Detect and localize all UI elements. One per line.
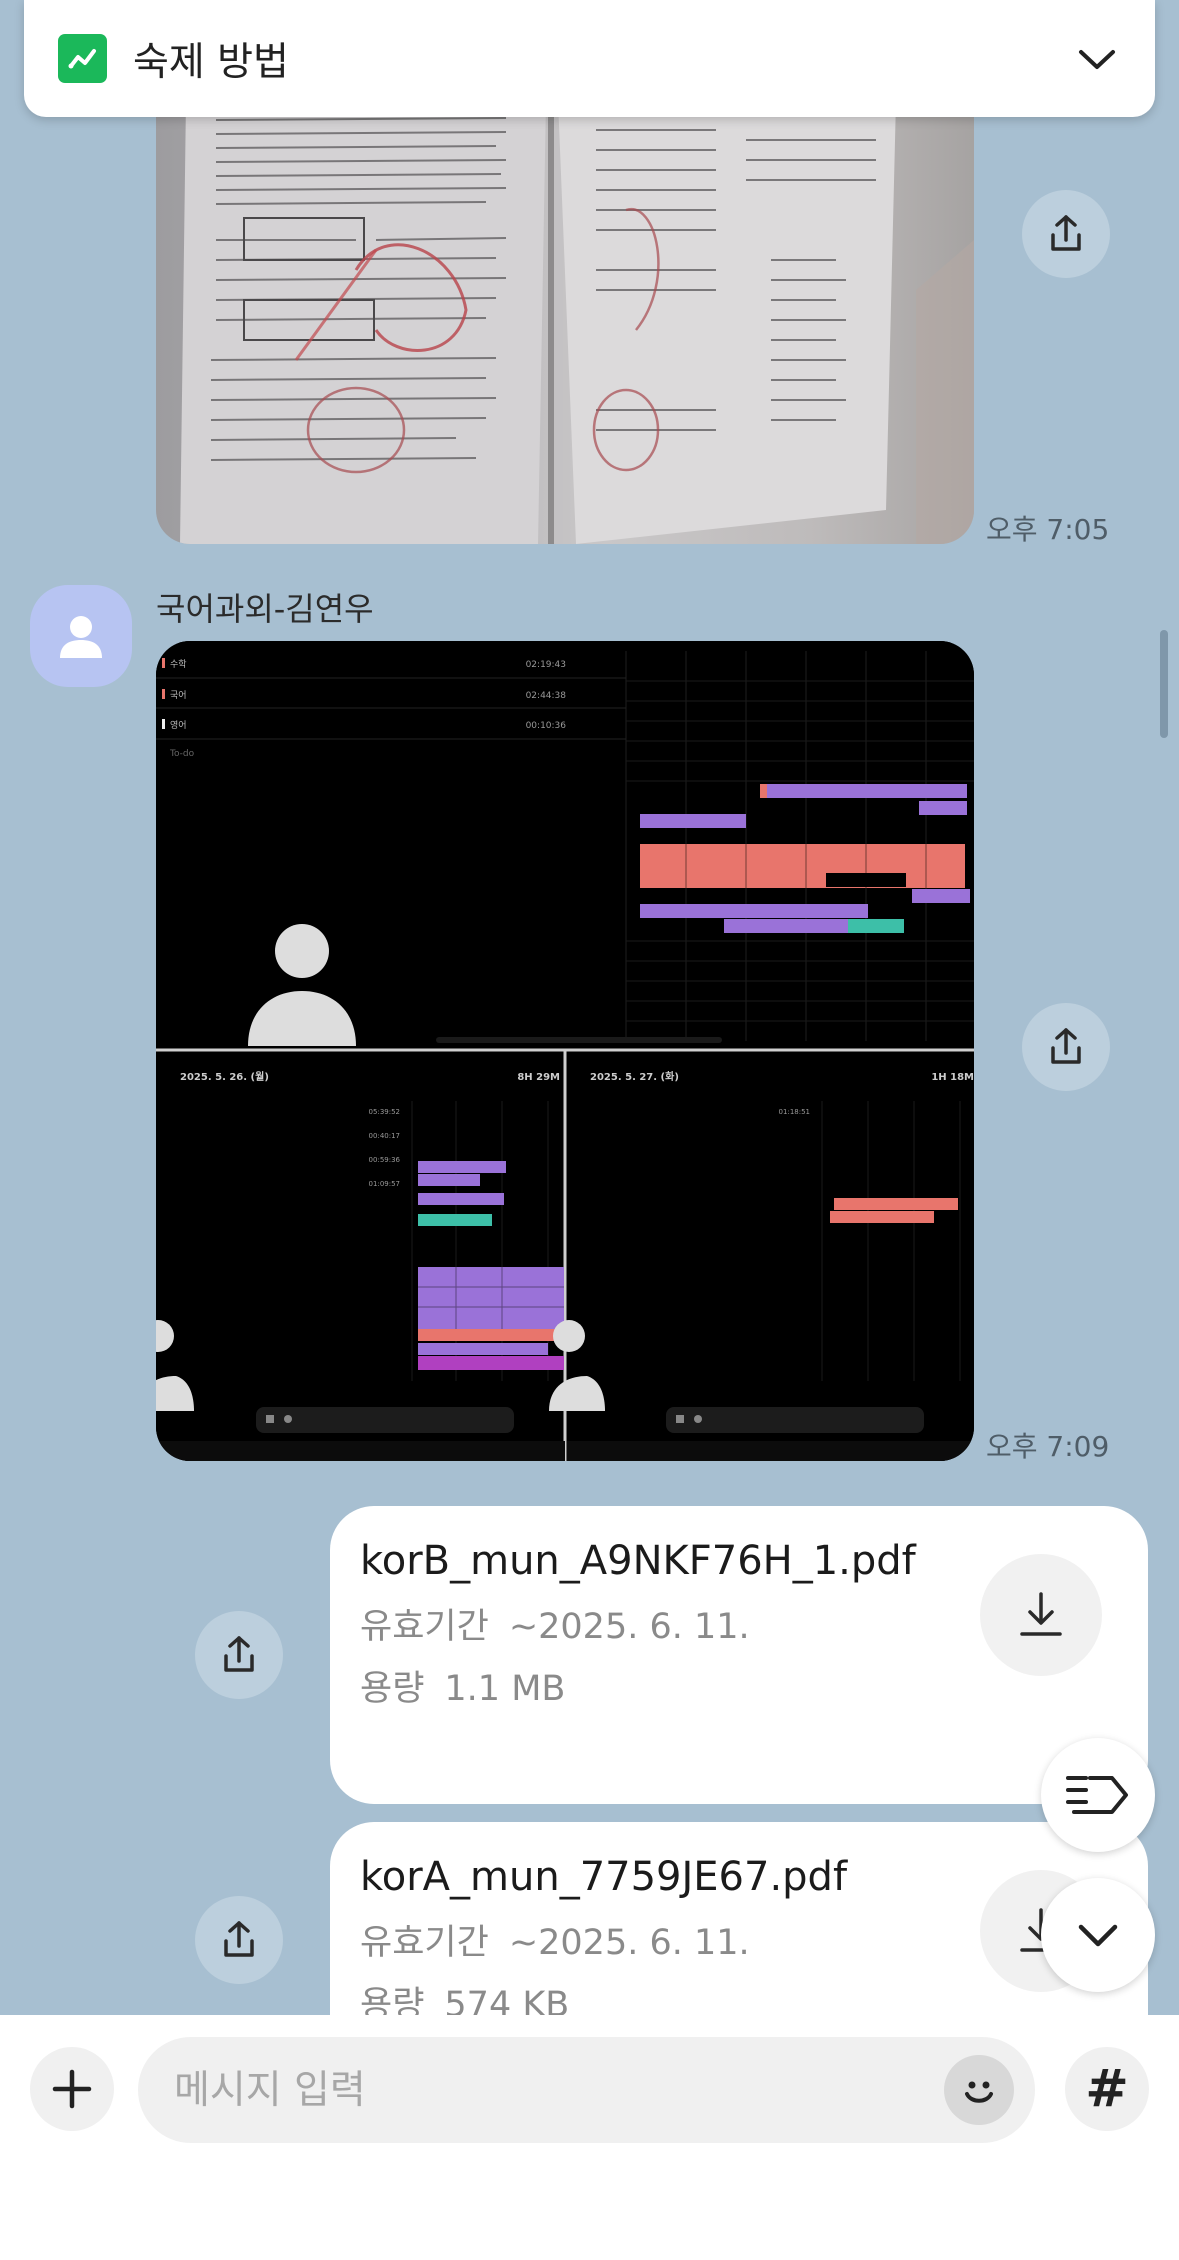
hashtag-button[interactable]: # (1065, 2047, 1149, 2131)
session-time: 05:39:52 (369, 1108, 400, 1116)
share-button[interactable] (1022, 190, 1110, 278)
sender-name: 국어과외-김연우 (156, 590, 374, 628)
share-button[interactable] (195, 1611, 283, 1699)
share-button[interactable] (1022, 1003, 1110, 1091)
todo-label: To-do (169, 749, 195, 759)
person-icon (60, 616, 102, 658)
scrollbar[interactable] (1160, 630, 1168, 738)
chart-icon (58, 34, 107, 83)
file-expiry-value: ~2025. 6. 11. (508, 1607, 750, 1647)
session-time: 00:40:17 (369, 1132, 400, 1140)
scroll-to-bottom-button[interactable] (1041, 1878, 1155, 1992)
chevron-down-icon[interactable] (1075, 37, 1119, 81)
share-icon (1051, 1028, 1081, 1064)
share-icon (224, 1921, 254, 1957)
tag-icon (1066, 1776, 1128, 1814)
download-icon (1020, 1592, 1062, 1636)
smile-icon (965, 2081, 993, 2103)
subject-row-time: 00:10:36 (526, 721, 567, 731)
day-date-label: 2025. 5. 27. (화) (590, 1071, 679, 1083)
share-button[interactable] (195, 1896, 283, 1984)
share-icon (1051, 215, 1081, 251)
chevron-down-icon (1078, 1924, 1118, 1947)
file-size: 용량 1.1 MB (360, 1666, 1118, 1712)
subject-row-time: 02:44:38 (526, 691, 567, 701)
day-date-label: 2025. 5. 26. (월) (180, 1071, 269, 1083)
attach-button[interactable] (30, 2047, 114, 2131)
subject-row-label: 영어 (170, 720, 187, 731)
tag-list-button[interactable] (1041, 1738, 1155, 1852)
file-message[interactable]: korB_mun_A9NKF76H_1.pdf 유효기간 ~2025. 6. 11… (330, 1506, 1148, 1804)
message-time: 오후 7:09 (986, 1430, 1110, 1463)
session-time: 01:09:57 (369, 1180, 400, 1188)
plus-icon (52, 2069, 92, 2109)
day-total-label: 1H 18M (931, 1072, 974, 1083)
file-size-label: 용량 (360, 1669, 425, 1709)
subject-row-label: 수학 (170, 659, 187, 670)
notice-bar[interactable]: 숙제 방법 (24, 0, 1155, 117)
day-total-label: 8H 29M (517, 1072, 560, 1083)
avatar[interactable] (30, 585, 132, 687)
notice-title: 숙제 방법 (133, 39, 289, 85)
session-time: 01:18:51 (779, 1108, 810, 1116)
subject-row-label: 국어 (170, 690, 187, 701)
emoji-button[interactable] (944, 2055, 1014, 2125)
download-button[interactable] (980, 1554, 1102, 1676)
message-time: 오후 7:05 (986, 513, 1110, 546)
file-expiry-label: 유효기간 (360, 1607, 489, 1647)
file-size-value: 1.1 MB (444, 1669, 566, 1709)
session-time: 00:59:36 (369, 1156, 401, 1164)
file-name: korB_mun_A9NKF76H_1.pdf (360, 1538, 916, 1584)
subject-row-time: 02:19:43 (526, 660, 566, 670)
message-input[interactable] (138, 2037, 1035, 2143)
file-expiry-value: ~2025. 6. 11. (508, 1923, 750, 1963)
share-icon (224, 1636, 254, 1672)
photo-message-worksheet[interactable] (156, 100, 974, 544)
file-expiry-label: 유효기간 (360, 1923, 489, 1963)
file-name: korA_mun_7759JE67.pdf (360, 1854, 848, 1900)
message-composer: # (0, 2015, 1179, 2260)
photo-message-study-timer[interactable]: 수학 국어 영어 02:19:43 02:44:38 00:10:36 To-d… (156, 641, 974, 1461)
